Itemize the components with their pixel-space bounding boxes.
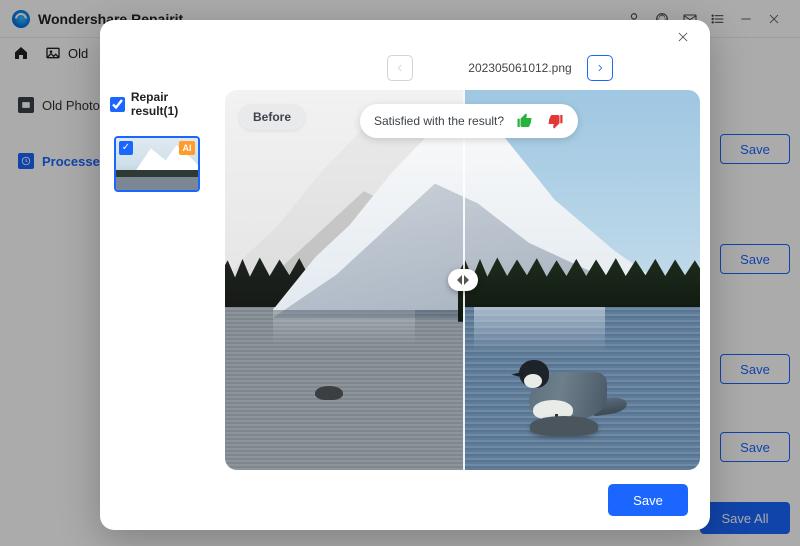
preview-modal: 20230506101​2.png Repair result(1) AI (100, 20, 710, 530)
repair-result-checkbox[interactable] (110, 97, 125, 112)
feedback-pill: Satisfied with the result? (360, 104, 578, 138)
thumbnail-selected-icon (119, 141, 133, 155)
after-panel (463, 90, 701, 470)
ai-badge: AI (179, 141, 195, 155)
before-after-preview: Before Satisfied with the result? (225, 90, 700, 470)
bird-illustration (505, 326, 625, 436)
next-image-button[interactable] (587, 55, 613, 81)
repair-result-label: Repair result(1) (131, 90, 218, 118)
comparison-slider-handle[interactable] (448, 269, 478, 291)
prev-image-button[interactable] (387, 55, 413, 81)
result-thumbnail[interactable]: AI (114, 136, 200, 192)
modal-sidebar: Repair result(1) AI (100, 90, 218, 192)
thumbs-up-icon[interactable] (516, 112, 534, 130)
current-filename: 20230506101​2.png (468, 61, 571, 75)
modal-header: 20230506101​2.png (330, 48, 710, 88)
repair-result-toggle[interactable]: Repair result(1) (100, 90, 218, 118)
feedback-prompt: Satisfied with the result? (374, 114, 504, 128)
before-badge: Before (239, 104, 305, 130)
modal-overlay: 20230506101​2.png Repair result(1) AI (0, 0, 800, 546)
thumbs-down-icon[interactable] (546, 112, 564, 130)
modal-save-button[interactable]: Save (608, 484, 688, 516)
